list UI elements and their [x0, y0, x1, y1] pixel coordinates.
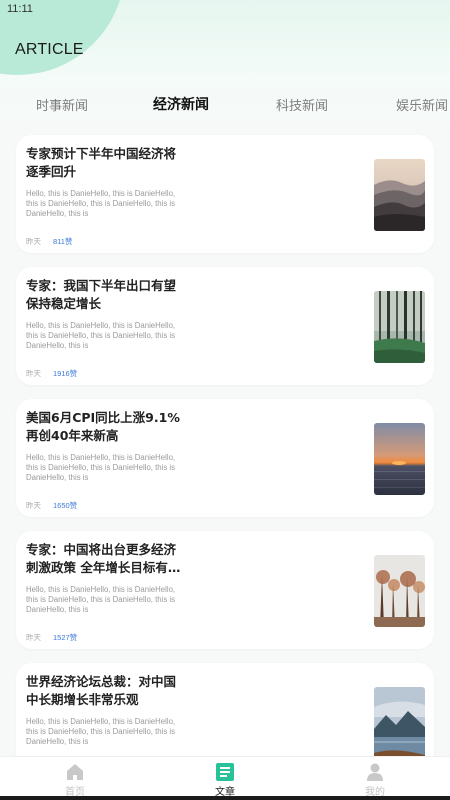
- article-title: 专家预计下半年中国经济将逐季回升: [26, 146, 177, 179]
- article-summary: Hello, this is DanieHello, this is Danie…: [26, 321, 176, 350]
- tab-technology[interactable]: 科技新闻: [276, 95, 328, 114]
- tab-economy[interactable]: 经济新闻: [153, 94, 209, 114]
- nav-profile[interactable]: 我的: [335, 757, 415, 800]
- nav-home[interactable]: 首页: [35, 757, 115, 800]
- article-summary: Hello, this is DanieHello, this is Danie…: [26, 717, 176, 746]
- mountain-lake-photo: [374, 687, 425, 759]
- article-title: 专家：中国将出台更多经济刺激政策 全年增长目标有…: [26, 542, 181, 575]
- article-card[interactable]: 专家预计下半年中国经济将逐季回升 Hello, this is DanieHel…: [16, 135, 434, 253]
- article-title: 美国6月CPI同比上涨9.1% 再创40年来新高: [26, 410, 180, 443]
- bottom-navigation: 首页 文章 我的: [0, 756, 450, 800]
- home-icon: [67, 764, 83, 780]
- article-card[interactable]: 专家：我国下半年出口有望保持稳定增长 Hello, this is DanieH…: [16, 267, 434, 385]
- article-card[interactable]: 美国6月CPI同比上涨9.1% 再创40年来新高 Hello, this is …: [16, 399, 434, 517]
- article-summary: Hello, this is DanieHello, this is Danie…: [26, 189, 176, 218]
- article-icon: [216, 763, 234, 781]
- autumn-trees-photo: [374, 555, 425, 627]
- article-summary: Hello, this is DanieHello, this is Danie…: [26, 453, 176, 482]
- tab-entertainment[interactable]: 娱乐新闻: [396, 95, 448, 114]
- sunset-sea-photo: [374, 423, 425, 495]
- article-date: 昨天: [26, 501, 41, 510]
- article-views: 1527赞: [53, 633, 78, 642]
- article-card[interactable]: 专家：中国将出台更多经济刺激政策 全年增长目标有… Hello, this is…: [16, 531, 434, 649]
- tab-current-affairs[interactable]: 时事新闻: [36, 95, 88, 114]
- forest-photo: [374, 291, 425, 363]
- article-views: 811赞: [53, 237, 73, 246]
- system-bottom-bar: [0, 796, 450, 800]
- nav-article[interactable]: 文章: [185, 757, 265, 800]
- article-summary: Hello, this is DanieHello, this is Danie…: [26, 585, 176, 614]
- category-tabs: 时事新闻 经济新闻 科技新闻 娱乐新闻: [0, 90, 450, 116]
- article-title: 专家：我国下半年出口有望保持稳定增长: [26, 278, 177, 311]
- status-time: 11:11: [7, 3, 33, 15]
- status-bar: 11:11: [0, 0, 450, 20]
- article-date: 昨天: [26, 237, 41, 246]
- article-views: 1650赞: [53, 501, 78, 510]
- article-views: 1916赞: [53, 369, 78, 378]
- article-date: 昨天: [26, 633, 41, 642]
- article-title: 世界经济论坛总裁：对中国中长期增长非常乐观: [26, 674, 177, 707]
- profile-icon: [367, 763, 383, 781]
- article-date: 昨天: [26, 369, 41, 378]
- page-title: ARTICLE: [15, 41, 84, 58]
- misty-hills-photo: [374, 159, 425, 231]
